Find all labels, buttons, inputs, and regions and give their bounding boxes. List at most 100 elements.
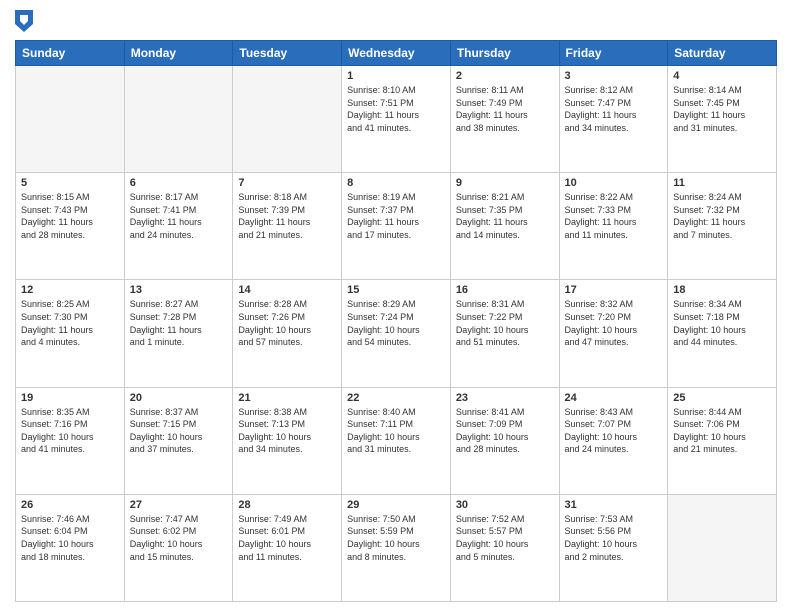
calendar-cell <box>668 494 777 601</box>
calendar-cell: 17 Sunrise: 8:32 AMSunset: 7:20 PMDayligh… <box>559 280 668 387</box>
calendar-cell <box>124 66 233 173</box>
day-number: 1 <box>347 70 445 82</box>
calendar-cell: 14 Sunrise: 8:28 AMSunset: 7:26 PMDayligh… <box>233 280 342 387</box>
day-info: Sunrise: 8:37 AMSunset: 7:15 PMDaylight:… <box>130 406 228 456</box>
calendar-cell: 3Sunrise: 8:12 AMSunset: 7:47 PMDaylight… <box>559 66 668 173</box>
day-info: Sunrise: 8:31 AMSunset: 7:22 PMDaylight:… <box>456 298 554 348</box>
day-info: Sunrise: 8:44 AMSunset: 7:06 PMDaylight:… <box>673 406 771 456</box>
calendar-cell: 30 Sunrise: 7:52 AMSunset: 5:57 PMDayligh… <box>450 494 559 601</box>
day-info: Sunrise: 8:21 AMSunset: 7:35 PMDaylight:… <box>456 191 554 241</box>
day-number: 17 <box>565 284 663 296</box>
calendar-cell: 31 Sunrise: 7:53 AMSunset: 5:56 PMDayligh… <box>559 494 668 601</box>
day-number: 9 <box>456 177 554 189</box>
week-row-3: 12 Sunrise: 8:25 AMSunset: 7:30 PMDayligh… <box>16 280 777 387</box>
day-number: 15 <box>347 284 445 296</box>
day-info: Sunrise: 8:35 AMSunset: 7:16 PMDaylight:… <box>21 406 119 456</box>
day-info: Sunrise: 7:46 AMSunset: 6:04 PMDaylight:… <box>21 513 119 563</box>
day-number: 31 <box>565 499 663 511</box>
day-info: Sunrise: 8:22 AMSunset: 7:33 PMDaylight:… <box>565 191 663 241</box>
calendar-cell: 20 Sunrise: 8:37 AMSunset: 7:15 PMDayligh… <box>124 387 233 494</box>
calendar-cell: 6 Sunrise: 8:17 AMSunset: 7:41 PMDaylight… <box>124 173 233 280</box>
weekday-header-friday: Friday <box>559 41 668 66</box>
logo <box>15 10 37 32</box>
day-number: 30 <box>456 499 554 511</box>
day-info: Sunrise: 8:17 AMSunset: 7:41 PMDaylight:… <box>130 191 228 241</box>
day-number: 13 <box>130 284 228 296</box>
day-info: Sunrise: 7:47 AMSunset: 6:02 PMDaylight:… <box>130 513 228 563</box>
day-info: Sunrise: 8:29 AMSunset: 7:24 PMDaylight:… <box>347 298 445 348</box>
day-info: Sunrise: 8:10 AMSunset: 7:51 PMDaylight:… <box>347 84 445 134</box>
calendar-cell: 5 Sunrise: 8:15 AMSunset: 7:43 PMDaylight… <box>16 173 125 280</box>
page: SundayMondayTuesdayWednesdayThursdayFrid… <box>0 0 792 612</box>
day-number: 8 <box>347 177 445 189</box>
day-number: 29 <box>347 499 445 511</box>
calendar-cell: 23 Sunrise: 8:41 AMSunset: 7:09 PMDayligh… <box>450 387 559 494</box>
calendar-cell: 9 Sunrise: 8:21 AMSunset: 7:35 PMDaylight… <box>450 173 559 280</box>
weekday-header-row: SundayMondayTuesdayWednesdayThursdayFrid… <box>16 41 777 66</box>
calendar-cell: 4 Sunrise: 8:14 AMSunset: 7:45 PMDaylight… <box>668 66 777 173</box>
calendar-cell: 27 Sunrise: 7:47 AMSunset: 6:02 PMDayligh… <box>124 494 233 601</box>
day-number: 3 <box>565 70 663 82</box>
day-number: 12 <box>21 284 119 296</box>
day-info: Sunrise: 8:40 AMSunset: 7:11 PMDaylight:… <box>347 406 445 456</box>
calendar-cell: 25 Sunrise: 8:44 AMSunset: 7:06 PMDayligh… <box>668 387 777 494</box>
day-number: 19 <box>21 392 119 404</box>
day-number: 28 <box>238 499 336 511</box>
day-number: 23 <box>456 392 554 404</box>
week-row-5: 26 Sunrise: 7:46 AMSunset: 6:04 PMDayligh… <box>16 494 777 601</box>
day-number: 14 <box>238 284 336 296</box>
day-number: 24 <box>565 392 663 404</box>
day-info: Sunrise: 8:34 AMSunset: 7:18 PMDaylight:… <box>673 298 771 348</box>
day-number: 5 <box>21 177 119 189</box>
day-info: Sunrise: 8:19 AMSunset: 7:37 PMDaylight:… <box>347 191 445 241</box>
calendar-cell: 24 Sunrise: 8:43 AMSunset: 7:07 PMDayligh… <box>559 387 668 494</box>
day-number: 4 <box>673 70 771 82</box>
day-info: Sunrise: 8:11 AMSunset: 7:49 PMDaylight:… <box>456 84 554 134</box>
day-number: 6 <box>130 177 228 189</box>
day-info: Sunrise: 8:32 AMSunset: 7:20 PMDaylight:… <box>565 298 663 348</box>
day-info: Sunrise: 7:53 AMSunset: 5:56 PMDaylight:… <box>565 513 663 563</box>
day-number: 26 <box>21 499 119 511</box>
calendar-table: SundayMondayTuesdayWednesdayThursdayFrid… <box>15 40 777 602</box>
day-info: Sunrise: 8:25 AMSunset: 7:30 PMDaylight:… <box>21 298 119 348</box>
calendar-cell: 21Sunrise: 8:38 AMSunset: 7:13 PMDayligh… <box>233 387 342 494</box>
day-number: 22 <box>347 392 445 404</box>
weekday-header-tuesday: Tuesday <box>233 41 342 66</box>
calendar-cell <box>16 66 125 173</box>
day-number: 20 <box>130 392 228 404</box>
calendar-cell: 8 Sunrise: 8:19 AMSunset: 7:37 PMDaylight… <box>342 173 451 280</box>
weekday-header-monday: Monday <box>124 41 233 66</box>
day-info: Sunrise: 7:52 AMSunset: 5:57 PMDaylight:… <box>456 513 554 563</box>
day-number: 11 <box>673 177 771 189</box>
day-info: Sunrise: 8:15 AMSunset: 7:43 PMDaylight:… <box>21 191 119 241</box>
day-number: 27 <box>130 499 228 511</box>
calendar-cell: 22 Sunrise: 8:40 AMSunset: 7:11 PMDayligh… <box>342 387 451 494</box>
week-row-4: 19 Sunrise: 8:35 AMSunset: 7:16 PMDayligh… <box>16 387 777 494</box>
calendar-cell: 15 Sunrise: 8:29 AMSunset: 7:24 PMDayligh… <box>342 280 451 387</box>
weekday-header-saturday: Saturday <box>668 41 777 66</box>
calendar-cell: 12 Sunrise: 8:25 AMSunset: 7:30 PMDayligh… <box>16 280 125 387</box>
calendar-cell: 26 Sunrise: 7:46 AMSunset: 6:04 PMDayligh… <box>16 494 125 601</box>
day-info: Sunrise: 8:28 AMSunset: 7:26 PMDaylight:… <box>238 298 336 348</box>
day-number: 10 <box>565 177 663 189</box>
day-number: 25 <box>673 392 771 404</box>
day-info: Sunrise: 8:14 AMSunset: 7:45 PMDaylight:… <box>673 84 771 134</box>
day-info: Sunrise: 8:43 AMSunset: 7:07 PMDaylight:… <box>565 406 663 456</box>
week-row-2: 5 Sunrise: 8:15 AMSunset: 7:43 PMDaylight… <box>16 173 777 280</box>
header <box>15 10 777 32</box>
day-number: 7 <box>238 177 336 189</box>
calendar-cell: 19 Sunrise: 8:35 AMSunset: 7:16 PMDayligh… <box>16 387 125 494</box>
day-number: 2 <box>456 70 554 82</box>
calendar-cell: 29 Sunrise: 7:50 AMSunset: 5:59 PMDayligh… <box>342 494 451 601</box>
day-info: Sunrise: 7:50 AMSunset: 5:59 PMDaylight:… <box>347 513 445 563</box>
weekday-header-wednesday: Wednesday <box>342 41 451 66</box>
calendar-cell: 2 Sunrise: 8:11 AMSunset: 7:49 PMDaylight… <box>450 66 559 173</box>
day-number: 18 <box>673 284 771 296</box>
day-info: Sunrise: 8:41 AMSunset: 7:09 PMDaylight:… <box>456 406 554 456</box>
calendar-cell <box>233 66 342 173</box>
calendar-cell: 28Sunrise: 7:49 AMSunset: 6:01 PMDayligh… <box>233 494 342 601</box>
day-info: Sunrise: 8:27 AMSunset: 7:28 PMDaylight:… <box>130 298 228 348</box>
day-number: 16 <box>456 284 554 296</box>
calendar-cell: 11Sunrise: 8:24 AMSunset: 7:32 PMDayligh… <box>668 173 777 280</box>
calendar-cell: 1 Sunrise: 8:10 AMSunset: 7:51 PMDaylight… <box>342 66 451 173</box>
